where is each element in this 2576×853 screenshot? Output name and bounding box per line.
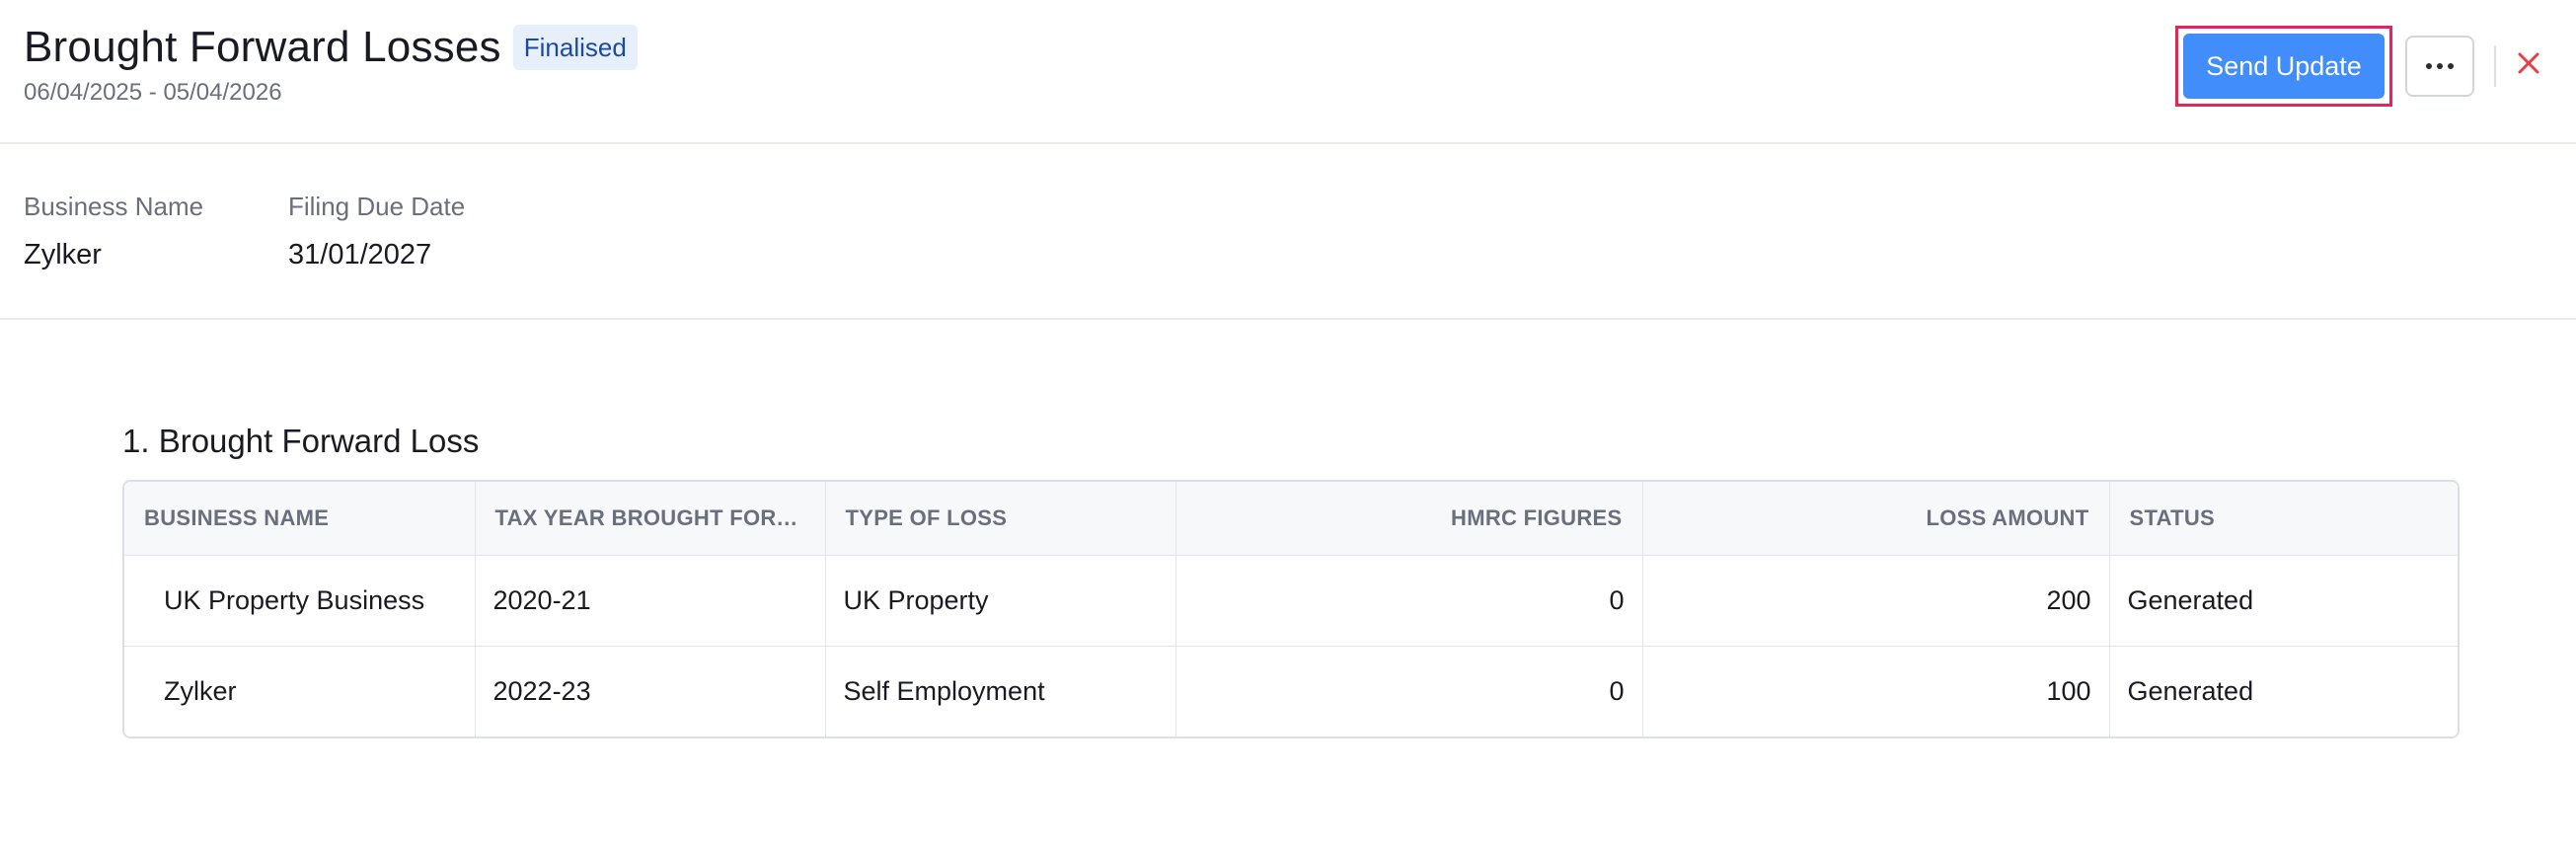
page-header: Brought Forward Losses Finalised 06/04/2… — [0, 0, 2576, 144]
table-row[interactable]: UK Property Business 2020-21 UK Property… — [124, 555, 2458, 646]
cell-loss-amount: 200 — [1642, 555, 2110, 646]
page-title: Brought Forward Losses — [24, 23, 501, 71]
title-row: Brought Forward Losses Finalised — [24, 22, 638, 73]
cell-status: Generated — [2127, 584, 2254, 615]
status-badge: Finalised — [512, 25, 638, 70]
column-header-loss-amount[interactable]: LOSS AMOUNT — [1642, 482, 2110, 556]
column-header-business-name[interactable]: BUSINESS NAME — [124, 482, 476, 556]
cell-type-of-loss: UK Property — [825, 555, 1176, 646]
close-icon — [2517, 51, 2540, 80]
cell-hmrc-figures: 0 — [1175, 645, 1643, 737]
header-divider — [2494, 45, 2496, 87]
cell-status: Generated — [2109, 645, 2458, 737]
business-name-value: Zylker — [24, 239, 102, 271]
losses-table: BUSINESS NAME TAX YEAR BROUGHT FORW... T… — [122, 480, 2460, 738]
cell-hmrc-figures: 0 — [1175, 555, 1643, 646]
cell-loss-amount: 100 — [1642, 645, 2110, 737]
close-button[interactable] — [2511, 47, 2546, 83]
filing-due-date-value: 31/01/2027 — [288, 239, 432, 271]
column-header-type-of-loss[interactable]: TYPE OF LOSS — [825, 482, 1176, 556]
cell-tax-year: 2020-21 — [475, 555, 826, 646]
business-name-label: Business Name — [24, 192, 204, 221]
cell-tax-year: 2022-23 — [475, 645, 826, 737]
column-header-status[interactable]: STATUS — [2109, 482, 2458, 556]
cell-type-of-loss: Self Employment — [825, 645, 1176, 737]
table-header-row: BUSINESS NAME TAX YEAR BROUGHT FORW... T… — [124, 482, 2458, 556]
cell-business-name: Zylker — [124, 645, 476, 737]
column-header-hmrc-figures[interactable]: HMRC FIGURES — [1175, 482, 1643, 556]
more-horizontal-icon — [2425, 57, 2455, 75]
section-title: 1. Brought Forward Loss — [122, 423, 480, 459]
more-options-button[interactable] — [2405, 36, 2474, 97]
details-panel: Business Name Zylker Filing Due Date 31/… — [0, 144, 2576, 320]
filing-due-date-label: Filing Due Date — [288, 192, 466, 221]
date-range: 06/04/2025 - 05/04/2026 — [24, 79, 282, 106]
send-update-highlight: Send Update — [2175, 26, 2392, 107]
table-row[interactable]: Zylker 2022-23 Self Employment 0 100 Gen… — [124, 645, 2458, 737]
cell-business-name: UK Property Business — [124, 555, 476, 646]
column-header-tax-year[interactable]: TAX YEAR BROUGHT FORW... — [475, 482, 826, 556]
send-update-button[interactable]: Send Update — [2183, 34, 2385, 99]
